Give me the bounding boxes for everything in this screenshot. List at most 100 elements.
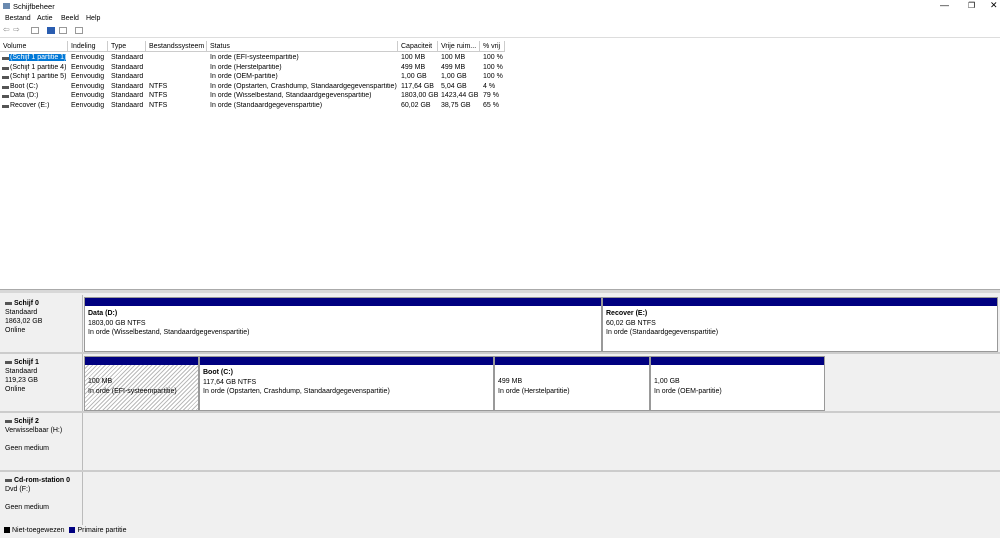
properties-icon[interactable] <box>59 27 67 34</box>
disk-label[interactable]: Cd-rom-station 0 Dvd (F:) Geen medium <box>0 472 83 525</box>
window-title: Schijfbeheer <box>13 2 55 11</box>
table-row[interactable]: Boot (C:) Eenvoudig Standaard NTFS In orde (… <box>0 82 520 92</box>
table-cell: 100 MB <box>401 54 426 61</box>
disk-2: Schijf 2 Verwisselbaar (H:) Geen medium <box>0 413 1000 472</box>
disk-name: Cd-rom-station 0 <box>14 477 70 484</box>
table-row[interactable]: Recover (E:) Eenvoudig Standaard NTFS In ord… <box>0 101 520 111</box>
disk-1: Schijf 1 Standaard 119,23 GB Online 100 … <box>0 354 1000 413</box>
help-icon[interactable] <box>47 27 55 34</box>
col-type[interactable]: Type <box>108 41 146 52</box>
legend-primary: Primaire partitie <box>77 527 127 534</box>
table-cell: 65 % <box>483 101 499 109</box>
table-cell: 38,75 GB <box>441 101 471 109</box>
table-cell: 5,04 GB <box>441 82 467 90</box>
table-cell: Standaard <box>111 63 144 71</box>
table-cell: 1803,00 GB <box>401 92 439 99</box>
partition-oem[interactable]: 1,00 GB In orde (OEM-partitie) <box>650 356 825 411</box>
menu-beeld[interactable]: Beeld <box>61 15 79 22</box>
volume-list: Volume Indeling Type Bestandssysteem Sta… <box>0 40 1000 290</box>
disk-size: 1863,02 GB <box>5 318 43 325</box>
table-cell: Eenvoudig <box>71 54 105 61</box>
table-cell: Standaard <box>111 101 144 109</box>
volume-icon <box>2 66 9 70</box>
back-icon[interactable]: ⇦ <box>3 25 11 34</box>
cdrom-0: Cd-rom-station 0 Dvd (F:) Geen medium <box>0 472 1000 525</box>
disk-type: Standaard <box>5 368 38 375</box>
table-cell: 79 % <box>483 92 499 99</box>
partition-title: Boot (C:) <box>203 369 233 376</box>
table-cell: (Schijf 1 partitie 4) <box>10 63 67 71</box>
partition-title: Data (D:) <box>88 310 118 317</box>
restore-button[interactable]: ❐ <box>968 1 975 10</box>
table-cell: 100 % <box>483 73 503 80</box>
table-cell: (Schijf 1 partitie 5) <box>10 73 67 80</box>
volume-icon <box>2 85 9 89</box>
partition-data-d[interactable]: Data (D:) 1803,00 GB NTFS In orde (Wisselb… <box>84 297 602 352</box>
table-cell: In orde (Herstelpartitie) <box>210 63 282 71</box>
table-row[interactable]: (Schijf 1 partitie 1) Eenvoudig Standaard I… <box>0 53 520 63</box>
view-icon[interactable] <box>75 27 83 34</box>
disk-label[interactable]: Schijf 0 Standaard 1863,02 GB Online <box>0 295 83 352</box>
disk-label[interactable]: Schijf 2 Verwisselbaar (H:) Geen medium <box>0 413 83 470</box>
table-cell: 60,02 GB <box>401 101 431 109</box>
col-status[interactable]: Status <box>207 41 398 52</box>
partition-size: 1,00 GB <box>654 378 680 385</box>
partition-size: 117,64 GB NTFS <box>203 378 257 386</box>
disk-state: Online <box>5 386 26 393</box>
console-tree-icon[interactable] <box>31 27 39 34</box>
primary-swatch <box>69 527 76 534</box>
menu-actie[interactable]: Actie <box>37 15 53 22</box>
table-cell: 100 % <box>483 54 503 61</box>
partition-status: In orde (OEM-partitie) <box>654 387 722 395</box>
disk-label[interactable]: Schijf 1 Standaard 119,23 GB Online <box>0 354 83 411</box>
disk-name: Schijf 0 <box>14 300 39 307</box>
table-cell: 1,00 GB <box>441 73 467 80</box>
table-cell: 4 % <box>483 82 496 90</box>
volume-icon <box>2 76 9 79</box>
partition-herstel[interactable]: 499 MB In orde (Herstelpartitie) <box>494 356 650 411</box>
col-capaciteit[interactable]: Capaciteit <box>398 41 438 52</box>
table-cell: In orde (EFI-systeempartitie) <box>210 54 299 61</box>
partition-size: 60,02 GB NTFS <box>606 319 656 327</box>
table-row[interactable]: (Schijf 1 partitie 5) Eenvoudig Standaard I… <box>0 72 520 82</box>
partition-status: In orde (EFI-systeempartitie) <box>88 387 177 395</box>
table-cell: (Schijf 1 partitie 1) <box>9 54 67 61</box>
table-cell: Data (D:) <box>10 92 39 99</box>
disk-state: Geen medium <box>5 445 49 452</box>
col-vrije-ruimte[interactable]: Vrije ruim... <box>438 41 480 52</box>
table-cell: 1423,44 GB <box>441 92 479 99</box>
table-cell: 499 MB <box>401 63 426 71</box>
title-bar: Schijfbeheer — ❐ ✕ <box>0 0 1000 13</box>
table-cell: Standaard <box>111 92 144 99</box>
partition-efi[interactable]: 100 MB In orde (EFI-systeempartitie) <box>84 356 199 411</box>
forward-icon[interactable]: ⇨ <box>13 25 21 34</box>
table-cell: Standaard <box>111 73 144 80</box>
partition-boot-c[interactable]: Boot (C:) 117,64 GB NTFS In orde (Opstarte… <box>199 356 494 411</box>
table-cell: In orde (Wisselbestand, Standaardgegeven… <box>210 92 372 99</box>
disk-state: Geen medium <box>5 504 49 511</box>
close-button[interactable]: ✕ <box>990 0 998 11</box>
partition-recover-e[interactable]: Recover (E:) 60,02 GB NTFS In orde (Standa… <box>602 297 998 352</box>
minimize-button[interactable]: — <box>940 0 949 10</box>
disk-0: Schijf 0 Standaard 1863,02 GB Online Dat… <box>0 295 1000 354</box>
partition-status: In orde (Herstelpartitie) <box>498 387 570 395</box>
table-cell: In orde (Opstarten, Crashdump, Standaard… <box>210 82 397 90</box>
col-bestandssysteem[interactable]: Bestandssysteem <box>146 41 207 52</box>
col-volume[interactable]: Volume <box>0 41 68 52</box>
menu-help[interactable]: Help <box>86 15 100 22</box>
partition-size: 100 MB <box>88 378 113 385</box>
menu-bestand[interactable]: Bestand <box>5 15 31 22</box>
disk-type: Standaard <box>5 309 38 316</box>
col-indeling[interactable]: Indeling <box>68 41 108 52</box>
col-percent-vrij[interactable]: % vrij <box>480 41 505 52</box>
volume-icon <box>2 104 9 108</box>
disk-name: Schijf 1 <box>14 359 39 366</box>
legend-unallocated: Niet-toegewezen <box>12 527 65 534</box>
partition-status: In orde (Standaardgegevenspartitie) <box>606 329 719 336</box>
table-row[interactable]: Data (D:) Eenvoudig Standaard NTFS In orde (… <box>0 91 520 101</box>
unallocated-swatch <box>4 527 10 534</box>
partition-size: 499 MB <box>498 378 523 385</box>
disk-icon <box>5 360 12 364</box>
partition-size: 1803,00 GB NTFS <box>88 319 146 327</box>
table-row[interactable]: (Schijf 1 partitie 4) Eenvoudig Standaard I… <box>0 63 520 73</box>
